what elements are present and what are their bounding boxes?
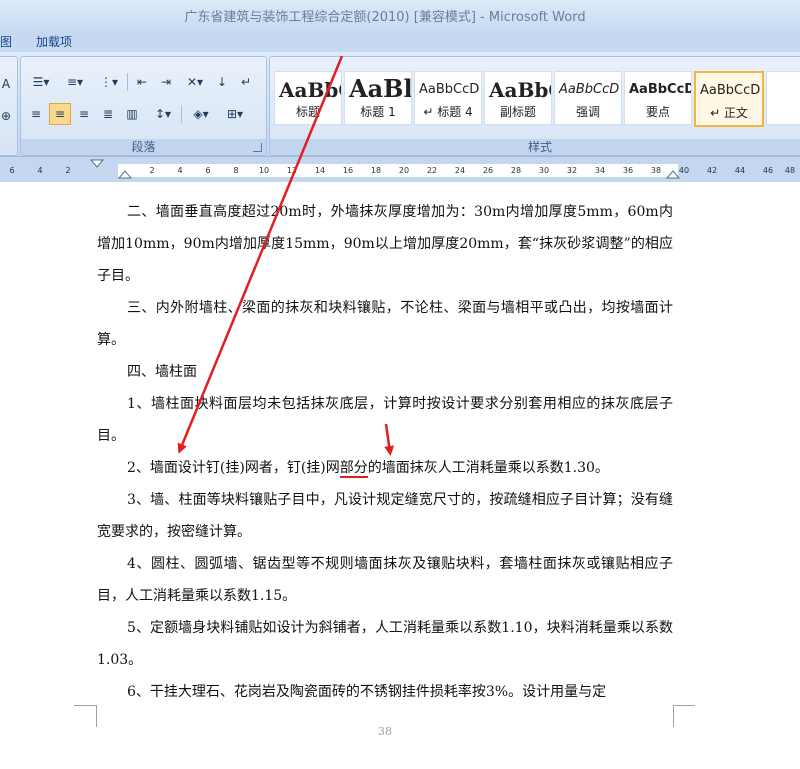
ruler-tick: 42 [706,166,718,175]
first-line-indent-marker-icon[interactable] [90,159,104,169]
decrease-indent-icon[interactable]: ⇤ [131,71,153,93]
ruler-tick: 38 [650,166,662,175]
charscale-icon[interactable]: ⊕ [0,105,13,127]
horizontal-ruler[interactable]: 6 4 2 2 4 6 8 10 12 14 16 18 20 22 24 26… [0,157,800,182]
paragraph-group: ☰▾ ≡▾ ⋮▾ ⇤ ⇥ ✕▾ ↓ ↵ ≡ ≡ ≡ ≣ ▥ ↕▾ ◈▾ ⊞▾ 段… [20,56,267,156]
style-title[interactable]: AaBbC 标题 [274,71,342,125]
sort-icon[interactable]: ↓ [211,71,233,93]
shading-icon[interactable]: ◈▾ [185,103,217,125]
align-right-icon[interactable]: ≡ [73,103,95,125]
ruler-tick: 2 [149,166,155,175]
paragraph: 3、墙、柱面等块料镶贴子目中，凡设计规定缝宽尺寸的，按疏缝相应子目计算；没有缝宽… [97,492,673,540]
paragraph: 1、墙柱面块料面层均未包括抹灰底层，计算时按设计要求分别套用相应的抹灰底层子目。 [97,396,673,444]
paragraph: 6、干挂大理石、花岗岩及陶瓷面砖的不锈钢挂件损耗率按3%。设计用量与定 [127,684,607,700]
paragraph: 三、内外附墙柱、梁面的抹灰和块料镶贴，不论柱、梁面与墙相平或凸出，均按墙面计算。 [97,300,673,348]
style-subtitle[interactable]: AaBbC 副标题 [484,71,552,125]
paragraph-launcher-icon[interactable] [253,143,262,152]
highlighted-word: 部分 [339,460,368,478]
page-corner-mark [673,705,695,728]
styles-group-label: 样式 [270,139,800,155]
ruler-tick: 36 [622,166,634,175]
style-strong[interactable]: AaBbCcD 要点 [624,71,692,125]
paragraph: 5、定额墙身块料铺贴如设计为斜铺者，人工消耗量乘以系数1.10，块料消耗量乘以系… [97,620,673,668]
line-spacing-icon[interactable]: ↕▾ [147,103,179,125]
style-heading-1[interactable]: AaBl 标题 1 [344,71,412,125]
ruler-tick: 8 [233,166,239,175]
right-indent-marker-icon[interactable] [666,170,680,181]
ribbon: A ⊕ ☰▾ ≡▾ ⋮▾ ⇤ ⇥ ✕▾ ↓ ↵ ≡ ≡ ≡ ≣ ▥ ↕▾ ◈▾ … [0,52,800,157]
ruler-tick: 12 [286,166,298,175]
ruler-tick: 16 [342,166,354,175]
ruler-tick: 34 [594,166,606,175]
ruler-tick: 32 [566,166,578,175]
numbering-icon[interactable]: ≡▾ [59,71,91,93]
paragraph: 4、圆柱、圆弧墙、锯齿型等不规则墙面抹灰及镶贴块料，套墙柱面抹灰或镶贴相应子目，… [97,556,673,604]
ruler-tick: 24 [454,166,466,175]
tab-addins[interactable]: 加载项 [36,33,72,50]
page-number: 38 [378,725,392,738]
ruler-tick: 14 [314,166,326,175]
justify-icon[interactable]: ≣ [97,103,119,125]
tab-view[interactable]: 图 [0,33,12,50]
style-normal[interactable]: AaBbCcD ↵ 正文 [694,71,764,127]
bullets-icon[interactable]: ☰▾ [25,71,57,93]
font-group-partial: A ⊕ [0,56,18,156]
ruler-tick: 28 [510,166,522,175]
show-marks-icon[interactable]: ↵ [235,71,257,93]
paragraph-group-label: 段落 [21,139,266,155]
font-color-icon[interactable]: A [0,73,13,95]
paragraph-heading: 四、墙柱面 [127,364,197,380]
ruler-tick: 20 [398,166,410,175]
ruler-tick: 4 [177,166,183,175]
document-page[interactable]: 二、墙面垂直高度超过20m时，外墙抹灰厚度增加为：30m内增加厚度5mm，60m… [0,182,800,769]
style-emphasis[interactable]: AaBbCcD 强调 [554,71,622,125]
paragraph: 二、墙面垂直高度超过20m时，外墙抹灰厚度增加为：30m内增加厚度5mm，60m… [97,204,673,284]
styles-group: AaBbC 标题 AaBl 标题 1 AaBbCcD ↵ 标题 4 AaBbC … [269,56,800,156]
ruler-tick: 6 [9,166,15,175]
chinese-layout-icon[interactable]: ✕▾ [181,71,209,93]
window-title: 广东省建筑与装饰工程综合定额(2010) [兼容模式] - Microsoft … [184,10,586,25]
increase-indent-icon[interactable]: ⇥ [155,71,177,93]
ribbon-tab-strip: 图 加载项 [0,30,800,52]
multilevel-list-icon[interactable]: ⋮▾ [93,71,125,93]
hanging-indent-marker-icon[interactable] [118,170,132,181]
ruler-tick: 6 [205,166,211,175]
paragraph-highlighted: 2、墙面设计钉(挂)网者，钉(挂)网部分的墙面抹灰人工消耗量乘以系数1.30。 [127,460,609,478]
title-bar: 广东省建筑与装饰工程综合定额(2010) [兼容模式] - Microsoft … [0,0,800,31]
ruler-tick: 30 [538,166,550,175]
ruler-tick: 26 [482,166,494,175]
align-left-icon[interactable]: ≡ [25,103,47,125]
ruler-tick: 10 [258,166,270,175]
ruler-tick: 40 [678,166,690,175]
ruler-tick: 4 [37,166,43,175]
style-heading-4[interactable]: AaBbCcD ↵ 标题 4 [414,71,482,125]
distributed-icon[interactable]: ▥ [121,103,143,125]
align-center-icon[interactable]: ≡ [49,103,71,125]
style-more[interactable] [766,71,800,125]
ruler-tick: 44 [734,166,746,175]
ruler-tick: 46 [762,166,774,175]
ruler-tick: 2 [65,166,71,175]
ruler-tick: 48 [784,166,796,175]
page-corner-mark [74,705,96,728]
ruler-tick: 22 [426,166,438,175]
borders-icon[interactable]: ⊞▾ [219,103,251,125]
ruler-tick: 18 [370,166,382,175]
